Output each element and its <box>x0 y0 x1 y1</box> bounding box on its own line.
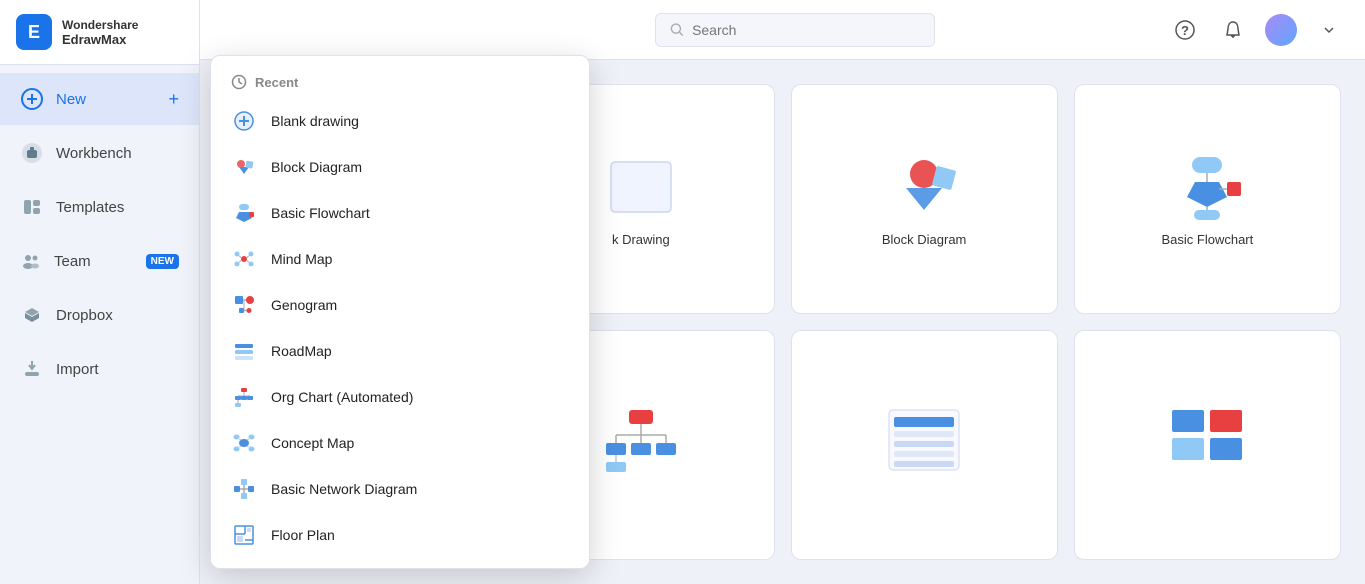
sidebar-item-dropbox[interactable]: Dropbox <box>0 289 199 341</box>
header-icons: ? <box>1169 14 1345 46</box>
team-new-badge: NEW <box>146 254 179 269</box>
dropdown-item-blank-label: Blank drawing <box>271 113 359 129</box>
dropdown-section-recent: Recent <box>211 66 589 98</box>
sidebar-item-new-label: New <box>56 91 86 108</box>
sidebar-item-dropbox-label: Dropbox <box>56 307 113 324</box>
recent-icon <box>231 74 247 90</box>
dropbox-icon <box>20 303 44 327</box>
dropdown-item-flowchart-label: Basic Flowchart <box>271 205 370 221</box>
dropdown-item-mindmap[interactable]: Mind Map <box>211 236 589 282</box>
dropdown-item-genogram-label: Genogram <box>271 297 337 313</box>
svg-text:?: ? <box>1181 23 1189 38</box>
blank-drawing-label: k Drawing <box>612 232 670 247</box>
basic-flowchart-thumb <box>1167 152 1247 222</box>
networkdiagram-icon <box>231 476 257 502</box>
basic-flowchart-label: Basic Flowchart <box>1162 232 1254 247</box>
dropdown-item-conceptmap[interactable]: Concept Map <box>211 420 589 466</box>
logo-top: Wondershare <box>62 18 138 32</box>
org-thumb <box>601 405 681 475</box>
chevron-down-icon[interactable] <box>1313 14 1345 46</box>
dropdown-item-block[interactable]: Block Diagram <box>211 144 589 190</box>
card8-thumb <box>1167 405 1247 475</box>
import-icon <box>20 357 44 381</box>
block-diagram-icon <box>231 154 257 180</box>
dropdown-item-floorplan-label: Floor Plan <box>271 527 335 543</box>
block-diagram-label: Block Diagram <box>882 232 967 247</box>
genogram-icon <box>231 292 257 318</box>
card7-thumb <box>884 405 964 475</box>
dropdown-item-genogram[interactable]: Genogram <box>211 282 589 328</box>
dropdown-item-orgchart[interactable]: Org Chart (Automated) <box>211 374 589 420</box>
header: ? <box>200 0 1365 60</box>
card-8[interactable] <box>1074 330 1341 560</box>
search-icon <box>670 22 685 38</box>
sidebar-item-import[interactable]: Import <box>0 343 199 395</box>
blank-drawing-icon <box>231 108 257 134</box>
logo-bottom: EdrawMax <box>62 32 138 47</box>
card-7[interactable] <box>791 330 1058 560</box>
dropdown-item-flowchart[interactable]: Basic Flowchart <box>211 190 589 236</box>
mindmap-icon <box>231 246 257 272</box>
sidebar-nav: New + Workbench Templates <box>0 65 199 403</box>
conceptmap-icon <box>231 430 257 456</box>
dropdown-section-label: Recent <box>255 75 298 90</box>
user-avatar[interactable] <box>1265 14 1297 46</box>
block-diagram-thumb <box>884 152 964 222</box>
notification-icon[interactable] <box>1217 14 1249 46</box>
search-input[interactable] <box>692 22 919 38</box>
logo-icon: E <box>16 14 52 50</box>
dropdown-item-floorplan[interactable]: Floor Plan <box>211 512 589 558</box>
blank-drawing-thumb <box>601 152 681 222</box>
workbench-icon <box>20 141 44 165</box>
dropdown-item-blank[interactable]: Blank drawing <box>211 98 589 144</box>
search-bar[interactable] <box>655 13 935 47</box>
card-block-diagram[interactable]: Block Diagram <box>791 84 1058 314</box>
card-basic-flowchart[interactable]: Basic Flowchart <box>1074 84 1341 314</box>
dropdown-item-roadmap-label: RoadMap <box>271 343 332 359</box>
sidebar-item-team[interactable]: Team NEW <box>0 235 199 287</box>
flowchart-icon <box>231 200 257 226</box>
floorplan-icon <box>231 522 257 548</box>
sidebar: E Wondershare EdrawMax New + <box>0 0 200 584</box>
templates-icon <box>20 195 44 219</box>
plus-circle-icon <box>20 87 44 111</box>
sidebar-item-templates-label: Templates <box>56 199 124 216</box>
roadmap-icon <box>231 338 257 364</box>
dropdown-item-networkdiagram[interactable]: Basic Network Diagram <box>211 466 589 512</box>
dropdown-item-block-label: Block Diagram <box>271 159 362 175</box>
dropdown-item-mindmap-label: Mind Map <box>271 251 332 267</box>
add-icon: + <box>168 89 179 110</box>
sidebar-item-templates[interactable]: Templates <box>0 181 199 233</box>
orgchart-icon <box>231 384 257 410</box>
app-logo: E Wondershare EdrawMax <box>0 0 199 65</box>
dropdown-item-networkdiagram-label: Basic Network Diagram <box>271 481 417 497</box>
sidebar-item-import-label: Import <box>56 361 99 378</box>
dropdown-item-orgchart-label: Org Chart (Automated) <box>271 389 413 405</box>
help-icon[interactable]: ? <box>1169 14 1201 46</box>
recent-dropdown[interactable]: Recent Blank drawing Block Diagram <box>210 55 590 569</box>
sidebar-item-team-label: Team <box>54 253 91 270</box>
sidebar-item-new[interactable]: New + <box>0 73 199 125</box>
sidebar-item-workbench-label: Workbench <box>56 145 132 162</box>
dropdown-item-roadmap[interactable]: RoadMap <box>211 328 589 374</box>
dropdown-item-conceptmap-label: Concept Map <box>271 435 354 451</box>
team-icon <box>20 249 42 273</box>
sidebar-item-workbench[interactable]: Workbench <box>0 127 199 179</box>
